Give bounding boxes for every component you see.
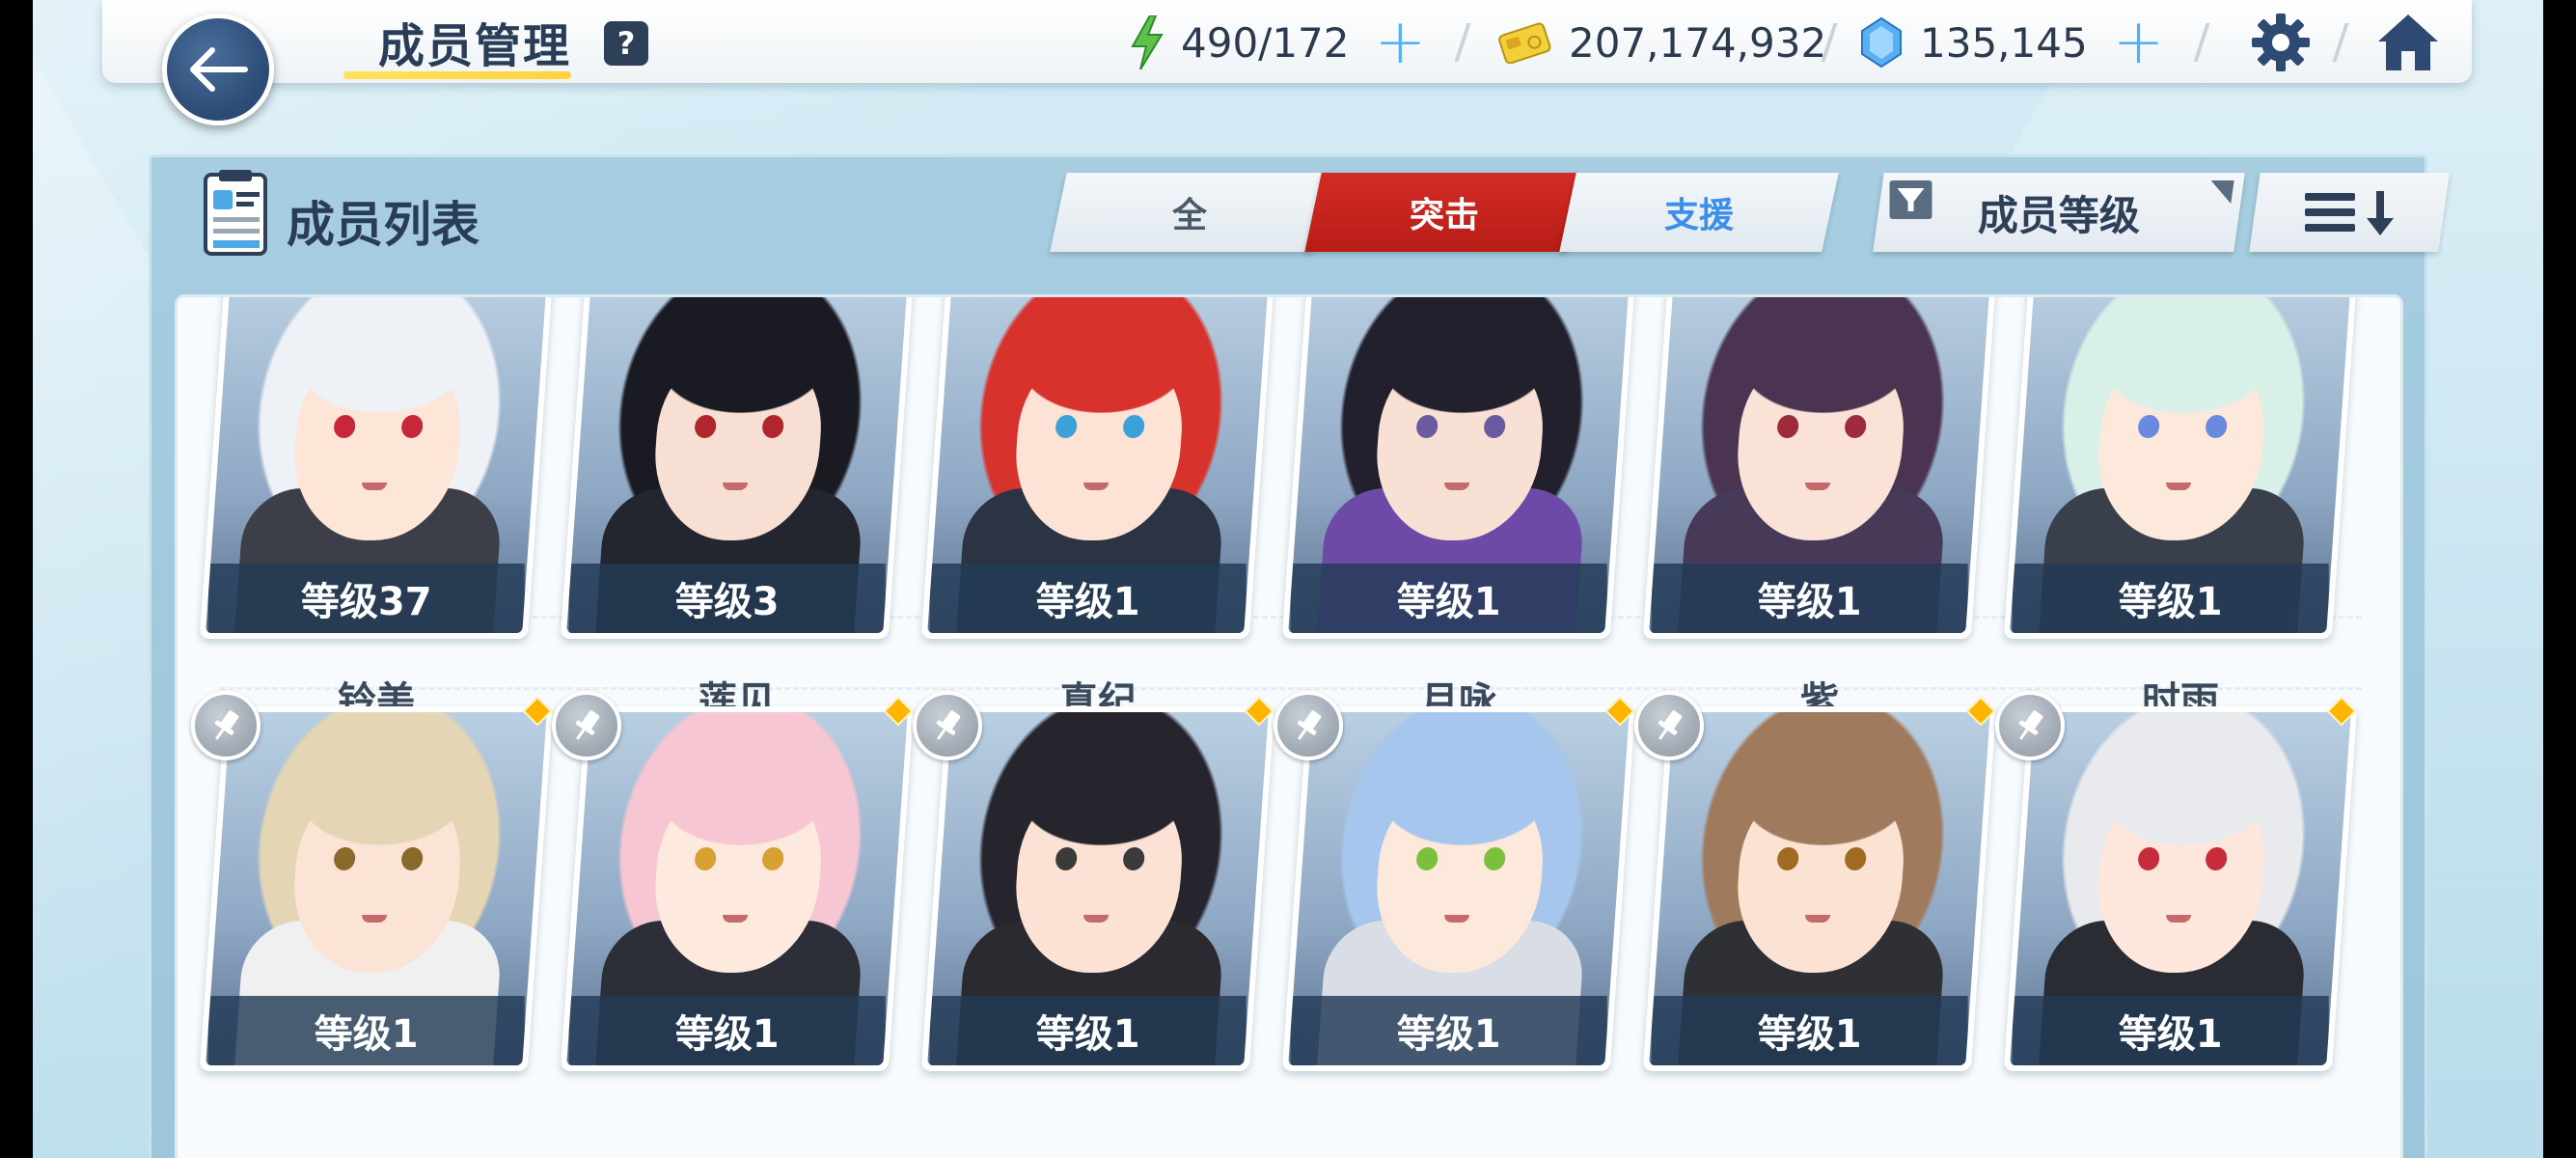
level-label: 等级1 (2012, 996, 2329, 1065)
dropdown-corner-icon (2207, 180, 2234, 204)
student-portrait: 等级1 (1288, 297, 1630, 633)
filter-funnel-icon[interactable] (1889, 180, 1932, 223)
sort-label: 成员等级 (1977, 191, 2140, 239)
credit-value: 207,174,932 (1569, 18, 1827, 67)
credit-icon (1497, 21, 1551, 64)
divider (1454, 23, 1471, 62)
member-panel: 成员列表 全 突击 支援 成员等级 等级37 铃美 等级3 莲见 等级1 真纪 等级1 月咏等… (149, 154, 2450, 1158)
ap-bolt-icon (1131, 15, 1164, 69)
home-icon[interactable] (2373, 10, 2443, 75)
level-label: 等级37 (207, 564, 525, 633)
sort-select[interactable]: 成员等级 (1873, 173, 2245, 252)
sort-order-button[interactable] (2249, 173, 2450, 252)
panel-title: 成员列表 (287, 197, 480, 253)
student-portrait: 等级1 (1288, 712, 1630, 1065)
pin-icon[interactable] (913, 691, 982, 760)
student-card[interactable]: 等级1 (920, 297, 1275, 639)
level-label: 等级1 (929, 996, 1247, 1065)
pin-icon[interactable] (1634, 691, 1704, 760)
student-card[interactable]: 等级1 (2003, 706, 2358, 1071)
gem-value: 135,145 (1920, 18, 2088, 67)
top-resource-bar: 成员管理 ? 490/172 + 207,174,932 135,145 + (102, 0, 2472, 83)
gem-add-button[interactable]: + (2113, 12, 2165, 73)
level-label: 等级3 (568, 564, 886, 633)
student-portrait: 等级1 (1649, 297, 1990, 633)
ap-add-button[interactable]: + (1374, 12, 1426, 73)
student-portrait: 等级1 (566, 712, 908, 1065)
game-screen: 成员管理 ? 490/172 + 207,174,932 135,145 + 成… (33, 0, 2543, 1158)
student-card[interactable]: 等级1 (2003, 297, 2358, 639)
student-card[interactable]: 等级3 (560, 297, 915, 639)
gem-icon (1860, 16, 1903, 69)
panel-header: 成员列表 全 突击 支援 成员等级 (151, 157, 2450, 271)
level-label: 等级1 (568, 996, 886, 1065)
pin-icon[interactable] (191, 691, 260, 760)
page-title: 成员管理 (378, 19, 572, 73)
pin-icon[interactable] (1995, 691, 2065, 760)
level-label: 等级1 (1651, 564, 1968, 633)
pin-icon[interactable] (1274, 691, 1343, 760)
divider (2193, 23, 2210, 62)
credit-resource: 207,174,932 (1497, 10, 1826, 75)
student-portrait: 等级1 (927, 297, 1269, 633)
tab-all[interactable]: 全 (1050, 173, 1329, 252)
tab-special[interactable]: 支援 (1559, 173, 1839, 252)
back-arrow-icon (190, 47, 248, 92)
ap-resource: 490/172 + (1131, 10, 1426, 75)
student-portrait: 等级37 (206, 297, 547, 633)
student-card[interactable]: 等级1 (199, 706, 554, 1071)
help-icon[interactable]: ? (604, 21, 648, 66)
student-card[interactable]: 等级37 (199, 297, 554, 639)
tab-striker[interactable]: 突击 (1304, 173, 1584, 252)
level-label: 等级1 (1651, 996, 1968, 1065)
student-portrait: 等级1 (2010, 712, 2351, 1065)
sort-order-icon (2305, 191, 2394, 235)
settings-gear-icon[interactable] (2246, 10, 2316, 75)
level-label: 等级1 (1290, 564, 1607, 633)
level-label: 等级1 (2012, 564, 2329, 633)
ap-value: 490/172 (1181, 18, 1350, 67)
level-label: 等级1 (207, 996, 525, 1065)
pin-icon[interactable] (552, 691, 621, 760)
student-portrait: 等级1 (1649, 712, 1990, 1065)
student-card[interactable]: 等级1 (1642, 297, 1997, 639)
student-card[interactable]: 等级1 (920, 706, 1275, 1071)
student-card[interactable]: 等级1 (1642, 706, 1997, 1071)
level-label: 等级1 (1290, 996, 1607, 1065)
student-card[interactable]: 等级1 (1281, 297, 1636, 639)
student-portrait: 等级1 (927, 712, 1269, 1065)
student-card[interactable]: 等级1 (1281, 706, 1636, 1071)
divider (2332, 23, 2349, 62)
member-list-icon (200, 169, 271, 258)
back-button[interactable] (162, 14, 274, 125)
student-card[interactable]: 等级1 (560, 706, 915, 1071)
student-portrait: 等级3 (566, 297, 908, 633)
level-label: 等级1 (929, 564, 1247, 633)
student-portrait: 等级1 (2010, 297, 2351, 633)
gem-resource: 135,145 + (1860, 10, 2164, 75)
member-grid: 等级37 铃美 等级3 莲见 等级1 真纪 等级1 月咏 等级1 紫等级1 时雨 等级1 等级1 等级1 等… (175, 294, 2403, 1158)
student-portrait: 等级1 (206, 712, 547, 1065)
role-filter-tabs: 全 突击 支援 (1050, 173, 1839, 252)
